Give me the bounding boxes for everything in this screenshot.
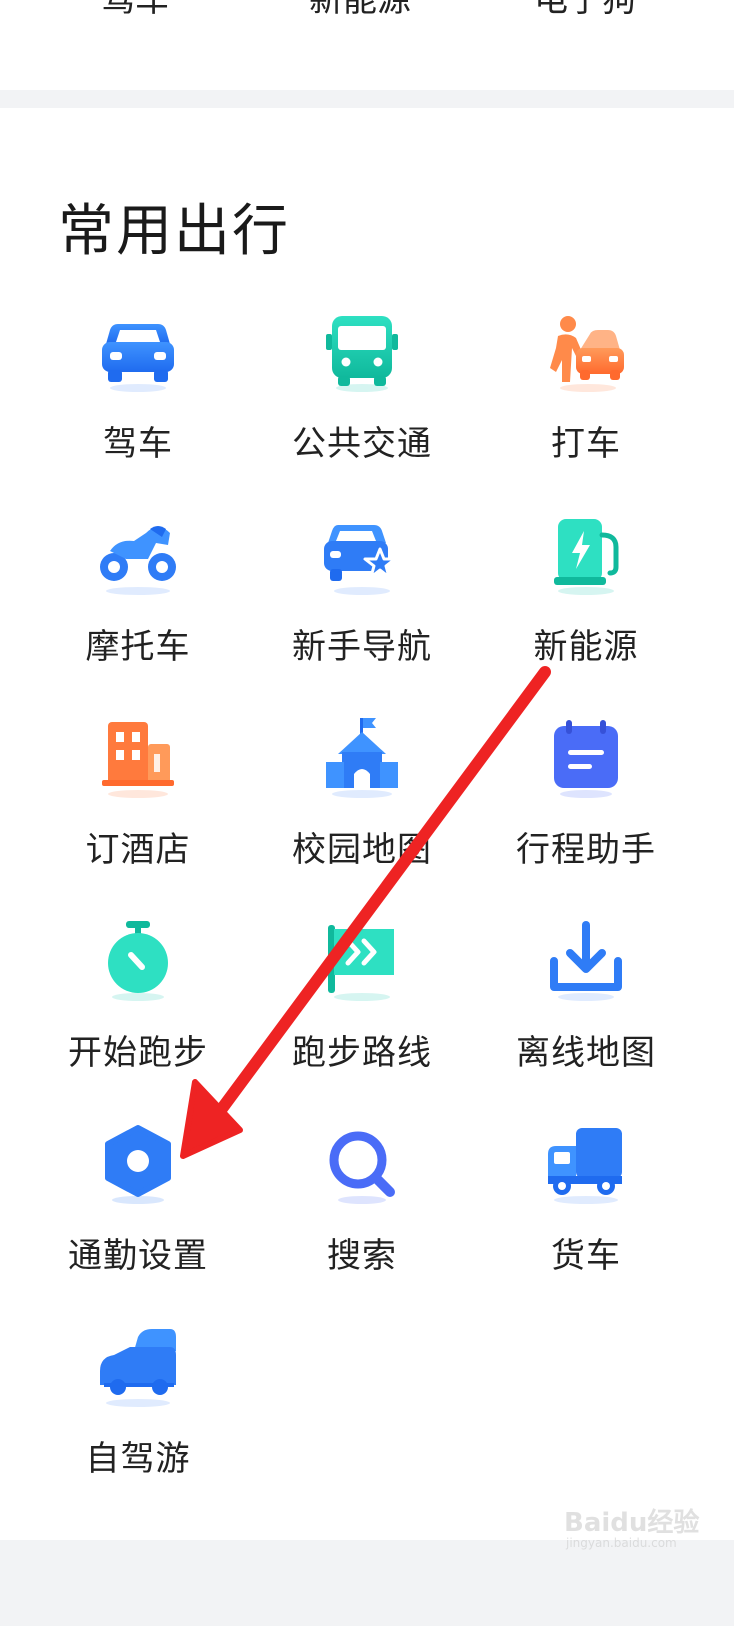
grid-item-book-hotel[interactable]: 订酒店 (26, 718, 250, 898)
section-divider (0, 90, 734, 108)
road-trip-car-icon (98, 1327, 178, 1407)
grid-item-label: 行程助手 (516, 830, 656, 870)
stopwatch-icon (98, 921, 178, 1001)
motorcycle-icon (98, 515, 178, 595)
grid-item-label: 订酒店 (85, 830, 191, 870)
top-shortcut-item[interactable]: 驾车 (50, 0, 220, 21)
section-title: 常用出行 (58, 199, 290, 264)
grid-item-label: 通勤设置 (68, 1236, 208, 1276)
download-icon (546, 921, 626, 1001)
grid-item-motorcycle[interactable]: 摩托车 (26, 515, 250, 695)
grid-item-taxi[interactable]: 打车 (474, 312, 698, 492)
grid-item-label: 搜索 (327, 1236, 397, 1276)
newbie-car-star-icon (322, 515, 402, 595)
grid-item-new-energy[interactable]: 新能源 (474, 515, 698, 695)
grid-item-start-running[interactable]: 开始跑步 (26, 921, 250, 1101)
top-shortcuts-row: 驾车 新能源 电子狗 (0, 0, 734, 90)
top-shortcut-item[interactable]: 新能源 (275, 0, 445, 21)
grid-item-truck[interactable]: 货车 (474, 1124, 698, 1304)
grid-item-label: 驾车 (103, 424, 173, 464)
grid-item-road-trip[interactable]: 自驾游 (26, 1327, 250, 1507)
bus-icon (322, 312, 402, 392)
grid-item-label: 打车 (551, 424, 621, 464)
search-icon (322, 1124, 402, 1204)
watermark-site: jingyan.baidu.com (566, 1536, 677, 1550)
charging-station-icon (546, 515, 626, 595)
grid-item-label: 货车 (551, 1236, 621, 1276)
grid-item-label: 新能源 (533, 627, 639, 667)
hotel-icon (98, 718, 178, 798)
grid-item-label: 校园地图 (292, 830, 432, 870)
campus-icon (322, 718, 402, 798)
grid-item-public-transit[interactable]: 公共交通 (250, 312, 474, 492)
grid-item-label: 跑步路线 (292, 1033, 432, 1073)
grid-item-label: 新手导航 (292, 627, 432, 667)
grid-item-label: 自驾游 (85, 1439, 191, 1479)
car-icon (98, 312, 178, 392)
calendar-icon (546, 718, 626, 798)
grid-item-running-route[interactable]: 跑步路线 (250, 921, 474, 1101)
truck-icon (546, 1124, 626, 1204)
baidu-watermark: Baidu经验 jingyan.baidu.com (564, 1496, 699, 1556)
hex-nut-icon (98, 1124, 178, 1204)
grid-item-search[interactable]: 搜索 (250, 1124, 474, 1304)
top-shortcut-item[interactable]: 电子狗 (500, 0, 670, 21)
grid-item-label: 公共交通 (292, 424, 432, 464)
grid-item-label: 离线地图 (516, 1033, 656, 1073)
watermark-brand: Baidu经验 (564, 1508, 700, 1538)
taxi-icon (546, 312, 626, 392)
grid-item-label: 开始跑步 (68, 1033, 208, 1073)
grid-item-newbie-nav[interactable]: 新手导航 (250, 515, 474, 695)
grid-item-campus-map[interactable]: 校园地图 (250, 718, 474, 898)
grid-item-commute-settings[interactable]: 通勤设置 (26, 1124, 250, 1304)
route-flag-icon (322, 921, 402, 1001)
grid-item-offline-map[interactable]: 离线地图 (474, 921, 698, 1101)
grid-item-drive[interactable]: 驾车 (26, 312, 250, 492)
grid-item-trip-assistant[interactable]: 行程助手 (474, 718, 698, 898)
grid-item-label: 摩托车 (85, 627, 191, 667)
